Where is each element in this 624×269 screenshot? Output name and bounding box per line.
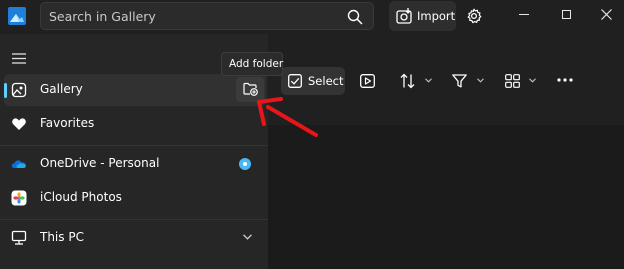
add-folder-icon [243, 82, 258, 96]
selection-indicator [4, 83, 7, 98]
sidebar-divider [0, 219, 268, 220]
chevron-down-icon[interactable] [243, 234, 252, 240]
add-folder-tooltip: Add folder [221, 52, 283, 76]
sidebar-item-this-pc[interactable]: This PC [0, 222, 268, 254]
title-bar: Search in Gallery Import [0, 0, 624, 34]
search-input[interactable]: Search in Gallery [49, 9, 156, 24]
hamburger-icon[interactable] [12, 53, 26, 64]
view-layout-icon[interactable] [505, 74, 520, 88]
maximize-icon[interactable] [562, 10, 571, 19]
sidebar-item-favorites[interactable]: Favorites [0, 108, 268, 140]
sidebar-item-label: iCloud Photos [40, 190, 122, 204]
filter-icon[interactable] [452, 74, 467, 88]
filter-dropdown-chevron-icon[interactable] [477, 78, 484, 83]
gallery-icon [11, 82, 27, 98]
search-box[interactable]: Search in Gallery [40, 2, 374, 30]
sync-status-icon [239, 158, 251, 170]
sidebar-item-label: Favorites [40, 116, 95, 130]
import-icon [396, 8, 412, 24]
onedrive-icon [11, 160, 26, 168]
more-icon[interactable] [557, 78, 573, 82]
sidebar-item-label: Gallery [40, 82, 83, 96]
import-label: Import [417, 9, 456, 23]
tooltip-text: Add folder [229, 58, 284, 70]
sort-icon[interactable] [400, 73, 415, 89]
photos-app-icon [8, 7, 26, 25]
minimize-icon[interactable] [519, 14, 529, 15]
icloud-photos-icon [11, 190, 27, 206]
sidebar-item-onedrive[interactable]: OneDrive - Personal [0, 148, 268, 180]
slideshow-icon[interactable] [360, 74, 375, 88]
sidebar-item-label: OneDrive - Personal [40, 156, 160, 170]
close-icon[interactable] [601, 9, 612, 20]
checkbox-icon [288, 74, 302, 88]
computer-icon [11, 230, 27, 245]
select-label: Select [308, 74, 344, 88]
sidebar-item-gallery[interactable]: Gallery [4, 74, 266, 106]
sort-dropdown-chevron-icon[interactable] [425, 78, 432, 83]
heart-icon [12, 118, 26, 130]
sidebar-divider [0, 145, 268, 146]
select-button[interactable]: Select [281, 67, 345, 95]
view-dropdown-chevron-icon[interactable] [529, 78, 536, 83]
gallery-content [268, 125, 624, 269]
sidebar-item-icloud-photos[interactable]: iCloud Photos [0, 182, 268, 214]
gear-icon[interactable] [466, 8, 482, 24]
import-button[interactable]: Import [389, 1, 456, 31]
sidebar-item-label: This PC [40, 230, 84, 244]
search-icon[interactable] [347, 9, 363, 25]
add-folder-button[interactable] [236, 77, 264, 102]
